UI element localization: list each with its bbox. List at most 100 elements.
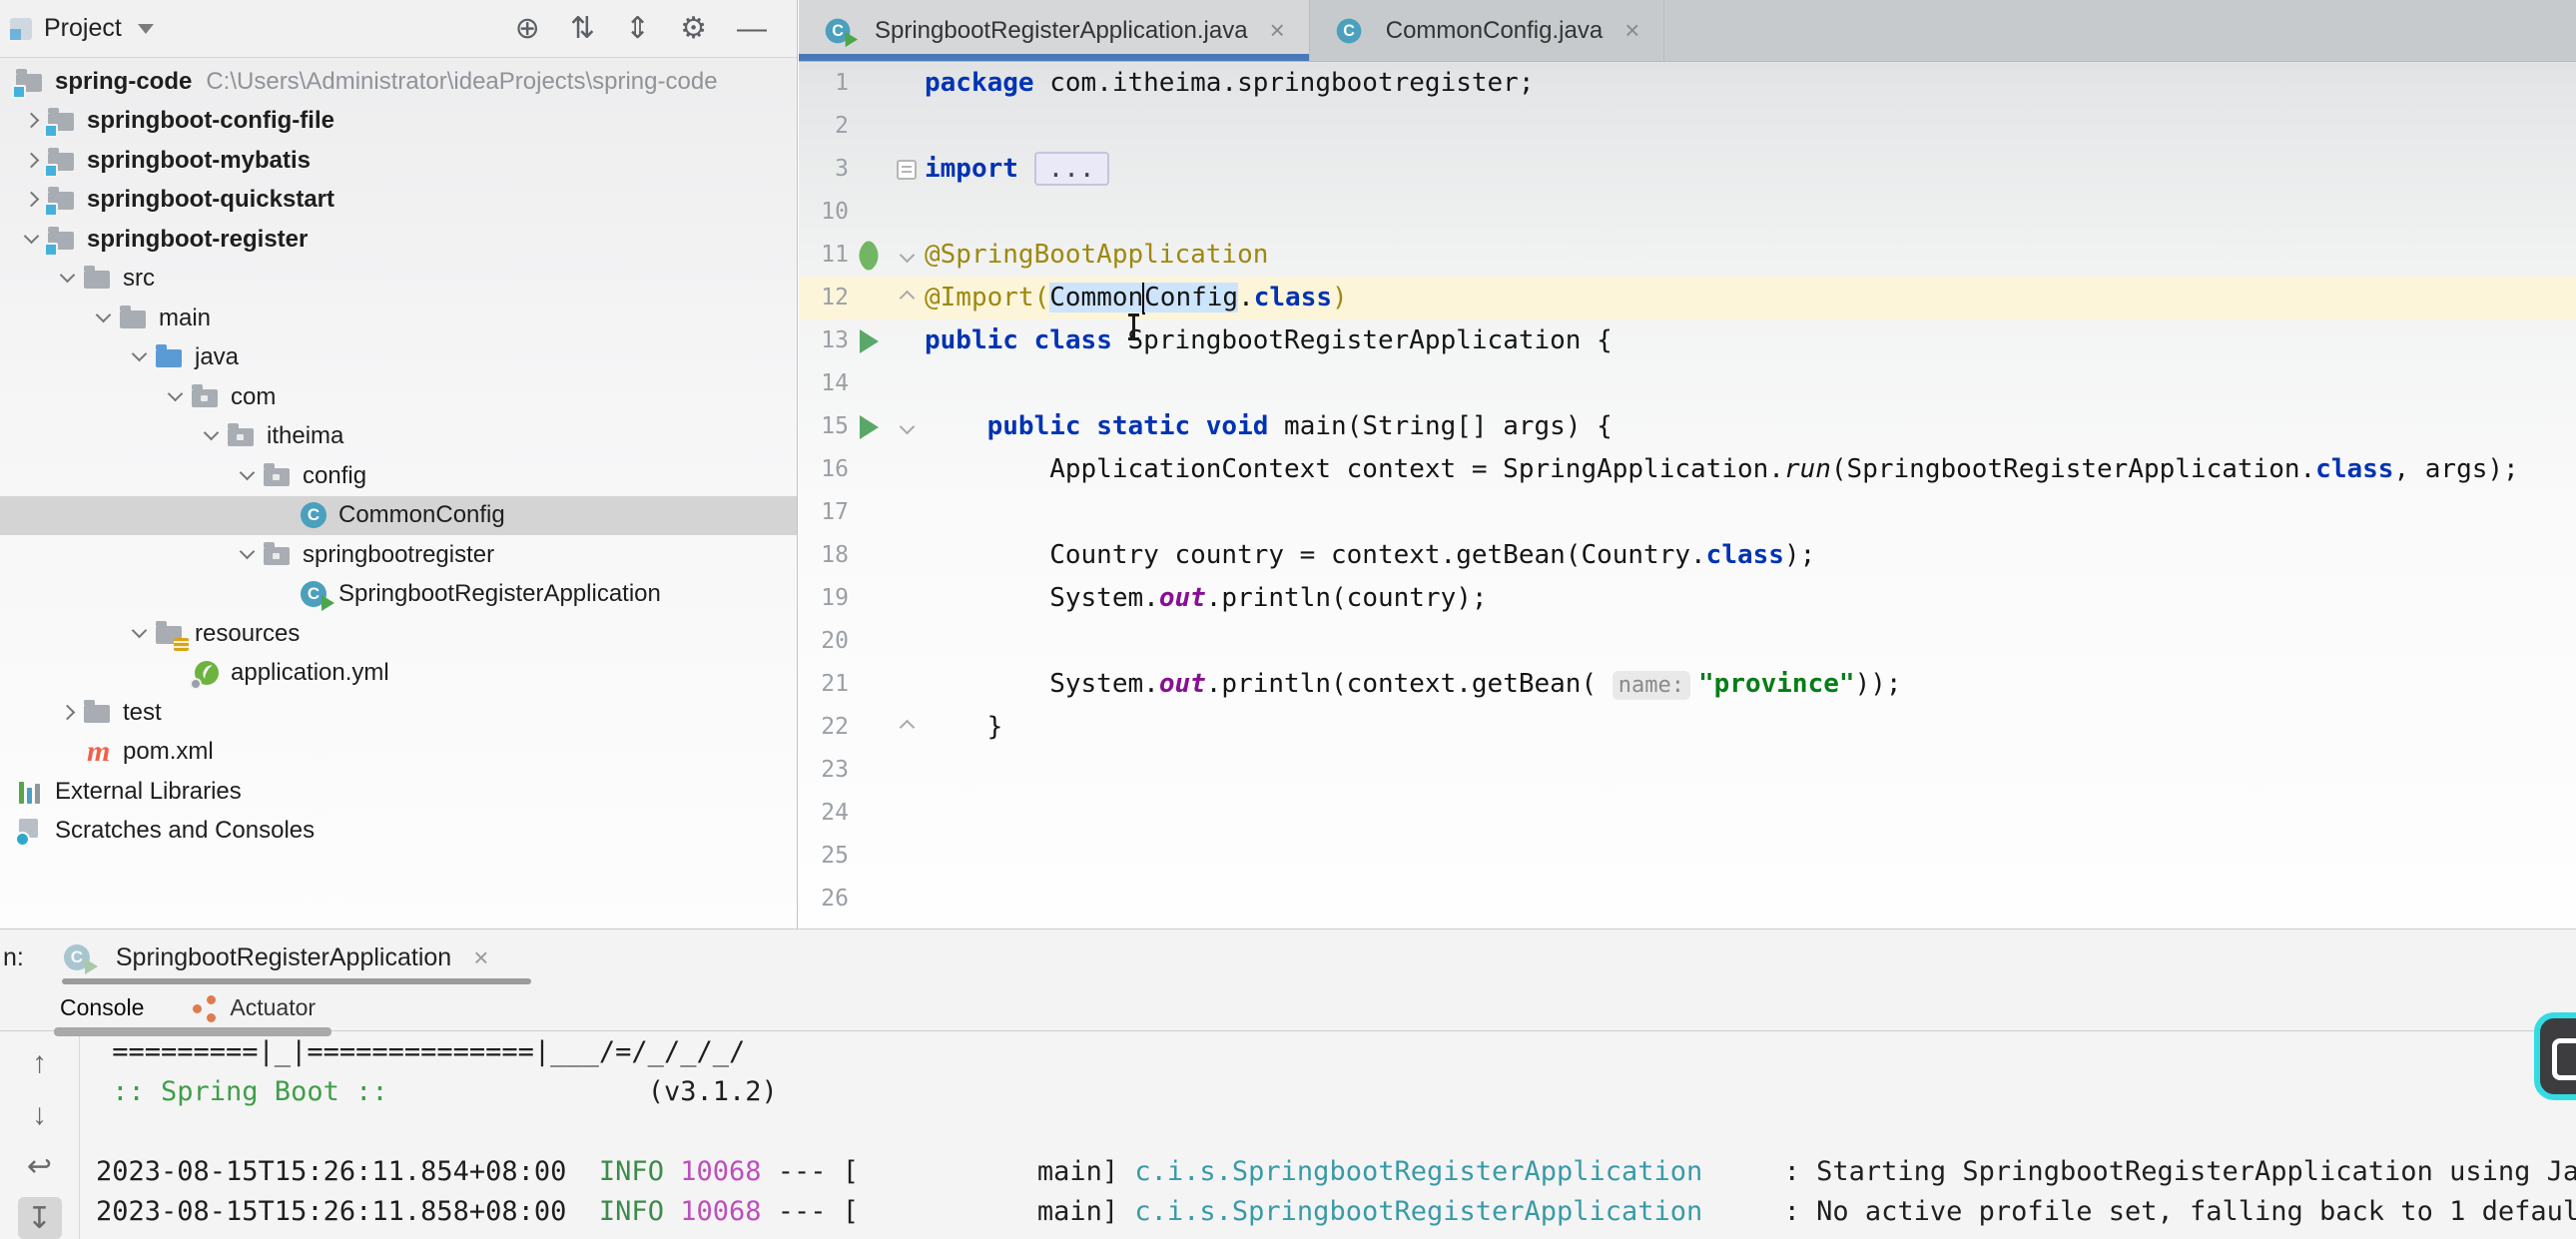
tree-item-scratches-and-consoles[interactable]: Scratches and Consoles <box>0 812 797 852</box>
code-line-19[interactable]: 19 System.out.println(country); <box>799 577 2576 620</box>
chevron-down-icon[interactable] <box>15 226 47 254</box>
code-token: public <box>987 411 1081 441</box>
code-line-20[interactable]: 20 <box>799 620 2576 663</box>
tree-item-java[interactable]: java <box>0 338 797 378</box>
chevron-down-icon[interactable] <box>123 620 155 648</box>
run-configuration-tab[interactable]: C SpringbootRegisterApplication × <box>62 942 489 973</box>
code-line-16[interactable]: 16 ApplicationContext context = SpringAp… <box>799 448 2576 491</box>
fold-marker-icon[interactable] <box>889 234 925 277</box>
chevron-right-icon[interactable] <box>15 147 47 175</box>
fold-marker-icon[interactable] <box>889 148 925 191</box>
chevron-right-icon[interactable] <box>15 186 47 214</box>
collapse-all-icon[interactable]: ⇕ <box>625 14 650 44</box>
code-line-11[interactable]: 11@SpringBootApplication <box>799 234 2576 277</box>
editor-tab-commonconfig-java[interactable]: CCommonConfig.java× <box>1310 0 1665 61</box>
tree-item-commonconfig[interactable]: CCommonConfig <box>0 496 797 536</box>
chevron-down-icon[interactable] <box>231 541 263 569</box>
tree-item-test[interactable]: test <box>0 693 797 733</box>
tree-item-pom-xml[interactable]: mpom.xml <box>0 733 797 773</box>
tree-item-external-libraries[interactable]: External Libraries <box>0 772 797 812</box>
code-line-10[interactable]: 10 <box>799 191 2576 234</box>
console-output[interactable]: =========|_|==============|___/=/_/_/_/ … <box>81 1032 2576 1239</box>
tab-console[interactable]: Console <box>36 985 168 1030</box>
expand-all-icon[interactable]: ⇅ <box>570 14 595 44</box>
chevron-right-icon[interactable] <box>51 699 83 727</box>
soft-wrap-icon[interactable]: ↩ <box>18 1146 62 1188</box>
horizontal-scrollbar[interactable] <box>54 1027 331 1036</box>
editor-tab-springbootregisterapplication-java[interactable]: CSpringbootRegisterApplication.java× <box>799 0 1310 61</box>
code-token: ); <box>1784 540 1815 570</box>
chevron-down-icon[interactable] <box>231 462 263 490</box>
code-line-22[interactable]: 22 } <box>799 706 2576 749</box>
code-line-14[interactable]: 14 <box>799 362 2576 405</box>
console-token <box>664 1156 680 1187</box>
tree-item-springbootregister[interactable]: springbootregister <box>0 535 797 575</box>
code-line-3[interactable]: 3import ... <box>799 148 2576 191</box>
folded-imports[interactable]: ... <box>1034 152 1109 186</box>
scroll-up-icon[interactable]: ↑ <box>18 1042 62 1084</box>
scroll-to-end-icon[interactable]: ↧ <box>18 1197 62 1239</box>
chevron-down-icon[interactable] <box>195 422 227 450</box>
fold-marker-icon[interactable] <box>889 405 925 448</box>
spring-bean-gutter-icon[interactable] <box>849 234 889 277</box>
chevron-down-icon[interactable] <box>87 305 119 332</box>
tree-item-spring-code[interactable]: spring-codeC:\Users\Administrator\ideaPr… <box>0 62 797 102</box>
locate-file-icon[interactable]: ⊕ <box>515 14 540 44</box>
code-editor[interactable]: 1package com.itheima.springbootregister;… <box>799 62 2576 929</box>
tree-item-springboot-register[interactable]: springboot-register <box>0 220 797 260</box>
scroll-down-icon[interactable]: ↓ <box>18 1094 62 1136</box>
settings-gear-icon[interactable]: ⚙ <box>680 14 707 44</box>
code-line-21[interactable]: 21 System.out.println(context.getBean( n… <box>799 663 2576 706</box>
chevron-down-icon[interactable] <box>123 343 155 371</box>
chevron-right-icon[interactable] <box>15 107 47 135</box>
console-token: 2023-08-15T15:26:11.854+08:00 <box>96 1156 599 1187</box>
chevron-down-icon[interactable] <box>138 24 154 34</box>
tree-item-itheima[interactable]: itheima <box>0 417 797 457</box>
tab-actuator[interactable]: Actuator <box>168 985 339 1030</box>
close-icon[interactable]: × <box>473 942 488 973</box>
code-line-13[interactable]: 13public class SpringbootRegisterApplica… <box>799 319 2576 362</box>
close-icon[interactable]: × <box>1624 15 1639 46</box>
code-line-1[interactable]: 1package com.itheima.springbootregister; <box>799 62 2576 105</box>
editor-tab-label: CommonConfig.java <box>1386 17 1603 45</box>
fold-marker-icon[interactable] <box>889 277 925 319</box>
screen-record-overlay-button[interactable] <box>2534 1012 2576 1100</box>
gutter-space <box>849 191 889 234</box>
tree-item-application-yml[interactable]: application.yml <box>0 654 797 694</box>
run-gutter-icon[interactable] <box>849 405 889 448</box>
tree-item-resources[interactable]: resources <box>0 614 797 654</box>
code-line-17[interactable]: 17 <box>799 491 2576 534</box>
run-gutter-icon[interactable] <box>849 319 889 362</box>
code-text: public class SpringbootRegisterApplicati… <box>925 319 1612 362</box>
tree-item-springboot-config-file[interactable]: springboot-config-file <box>0 102 797 142</box>
tree-item-label: test <box>123 699 162 727</box>
chevron-down-icon[interactable] <box>51 265 83 293</box>
code-line-18[interactable]: 18 Country country = context.getBean(Cou… <box>799 534 2576 577</box>
code-line-25[interactable]: 25 <box>799 835 2576 878</box>
run-panel: n: C SpringbootRegisterApplication × Con… <box>0 929 2576 1239</box>
project-panel-title[interactable]: Project <box>44 14 122 43</box>
chevron-down-icon[interactable] <box>159 383 191 411</box>
code-line-26[interactable]: 26 <box>799 878 2576 921</box>
close-icon[interactable]: × <box>1270 15 1285 46</box>
code-line-2[interactable]: 2 <box>799 105 2576 148</box>
tree-item-springboot-mybatis[interactable]: springboot-mybatis <box>0 141 797 181</box>
tree-item-springboot-quickstart[interactable]: springboot-quickstart <box>0 181 797 221</box>
tree-item-com[interactable]: com <box>0 377 797 417</box>
code-token: )); <box>1855 669 1902 699</box>
code-token: @Import( <box>925 283 1049 312</box>
tree-item-src[interactable]: src <box>0 260 797 300</box>
fold-marker-icon[interactable] <box>889 706 925 749</box>
tree-item-label: pom.xml <box>123 738 214 766</box>
project-panel-icon <box>10 18 32 40</box>
code-token: public <box>925 325 1018 355</box>
tree-item-main[interactable]: main <box>0 299 797 338</box>
code-line-12[interactable]: 12@Import(CommonConfig.class) <box>799 277 2576 319</box>
code-line-15[interactable]: 15 public static void main(String[] args… <box>799 405 2576 448</box>
tree-item-springbootregisterapplication[interactable]: CSpringbootRegisterApplication <box>0 575 797 615</box>
class-icon: C <box>299 500 330 530</box>
code-line-24[interactable]: 24 <box>799 792 2576 835</box>
hide-panel-icon[interactable]: — <box>737 14 767 44</box>
code-line-23[interactable]: 23 <box>799 749 2576 792</box>
tree-item-config[interactable]: config <box>0 456 797 496</box>
